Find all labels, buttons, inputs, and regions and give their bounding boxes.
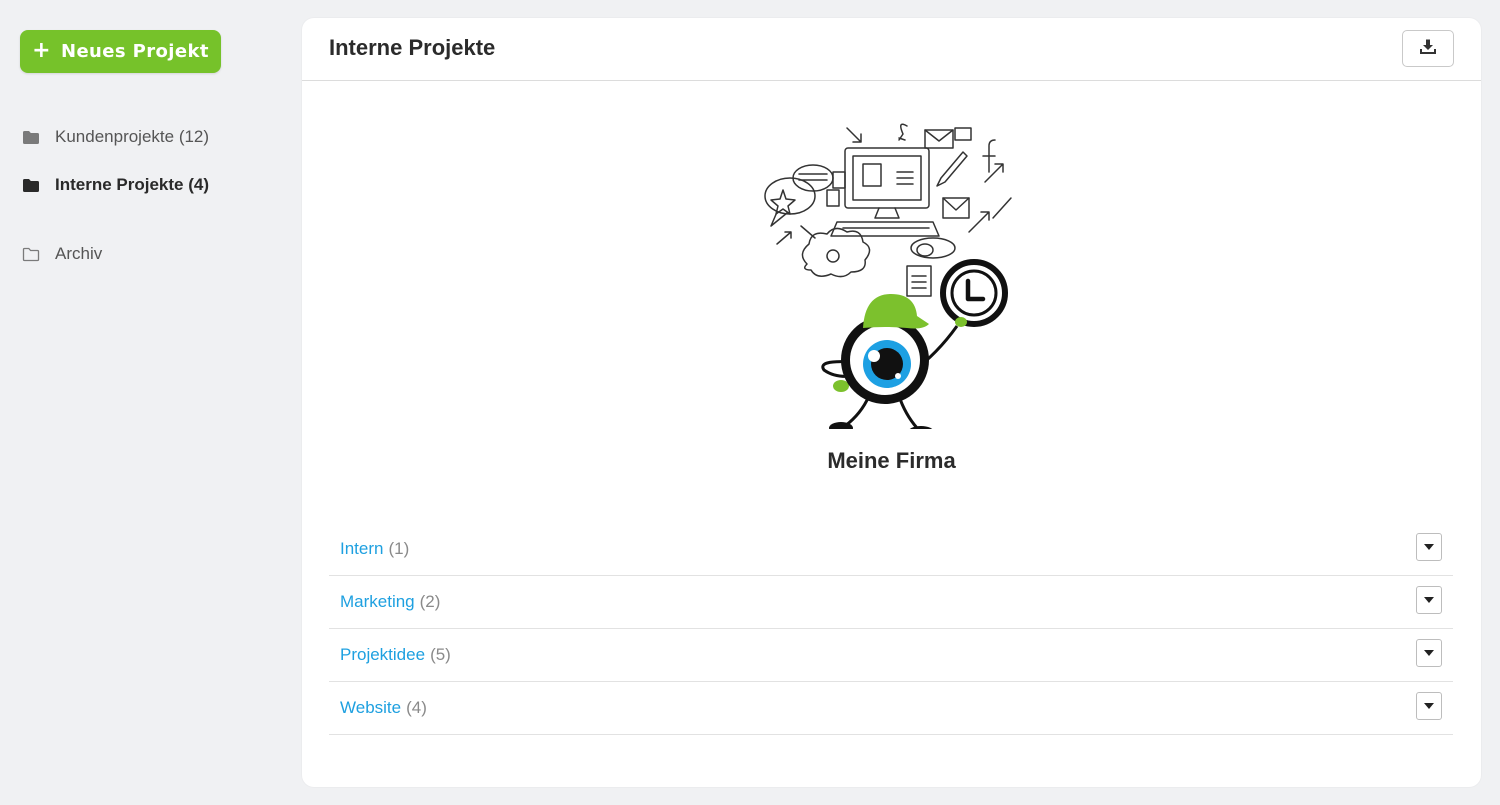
group-link-website[interactable]: Website bbox=[340, 698, 401, 718]
panel-header: Interne Projekte bbox=[302, 18, 1481, 81]
sidebar-item-kundenprojekte[interactable]: Kundenprojekte (12) bbox=[22, 127, 209, 147]
group-count: (5) bbox=[430, 645, 451, 664]
list-item: Intern (1) bbox=[329, 523, 1453, 576]
folder-outline-icon bbox=[22, 247, 40, 262]
group-link-projektidee[interactable]: Projektidee bbox=[340, 645, 425, 665]
company-name: Meine Firma bbox=[827, 448, 956, 473]
sidebar-item-archiv[interactable]: Archiv bbox=[22, 244, 102, 264]
sidebar-item-label: Archiv bbox=[55, 244, 103, 263]
plus-icon: + bbox=[32, 37, 51, 63]
new-project-label: Neues Projekt bbox=[60, 41, 209, 62]
sidebar-item-label: Interne Projekte (4) bbox=[55, 175, 209, 194]
folder-icon bbox=[22, 178, 40, 193]
company-mascot-illustration bbox=[757, 114, 1017, 438]
group-dropdown-button[interactable] bbox=[1416, 692, 1442, 720]
list-item: Projektidee (5) bbox=[329, 629, 1453, 682]
project-panel: Interne Projekte Meine Firma Intern (1) … bbox=[302, 18, 1481, 787]
download-icon bbox=[1420, 39, 1436, 59]
caret-down-icon bbox=[1424, 650, 1434, 656]
caret-down-icon bbox=[1424, 597, 1434, 603]
folder-icon bbox=[22, 130, 40, 145]
group-count: (1) bbox=[388, 539, 410, 558]
project-group-list: Intern (1) Marketing (2) Projektidee (5)… bbox=[329, 523, 1453, 735]
download-button[interactable] bbox=[1402, 30, 1454, 67]
group-link-intern[interactable]: Intern bbox=[340, 539, 383, 559]
caret-down-icon bbox=[1424, 544, 1434, 550]
group-count: (4) bbox=[406, 698, 427, 717]
list-item: Website (4) bbox=[329, 682, 1453, 735]
list-item: Marketing (2) bbox=[329, 576, 1453, 629]
group-dropdown-button[interactable] bbox=[1416, 586, 1442, 614]
group-dropdown-button[interactable] bbox=[1416, 639, 1442, 667]
caret-down-icon bbox=[1424, 703, 1434, 709]
group-count: (2) bbox=[419, 592, 441, 611]
page-title: Interne Projekte bbox=[329, 35, 496, 60]
sidebar-item-interne-projekte[interactable]: Interne Projekte (4) bbox=[22, 175, 209, 195]
new-project-button[interactable]: + Neues Projekt bbox=[20, 30, 221, 73]
group-dropdown-button[interactable] bbox=[1416, 533, 1442, 561]
group-link-marketing[interactable]: Marketing bbox=[340, 592, 415, 612]
sidebar-item-label: Kundenprojekte (12) bbox=[55, 127, 210, 146]
